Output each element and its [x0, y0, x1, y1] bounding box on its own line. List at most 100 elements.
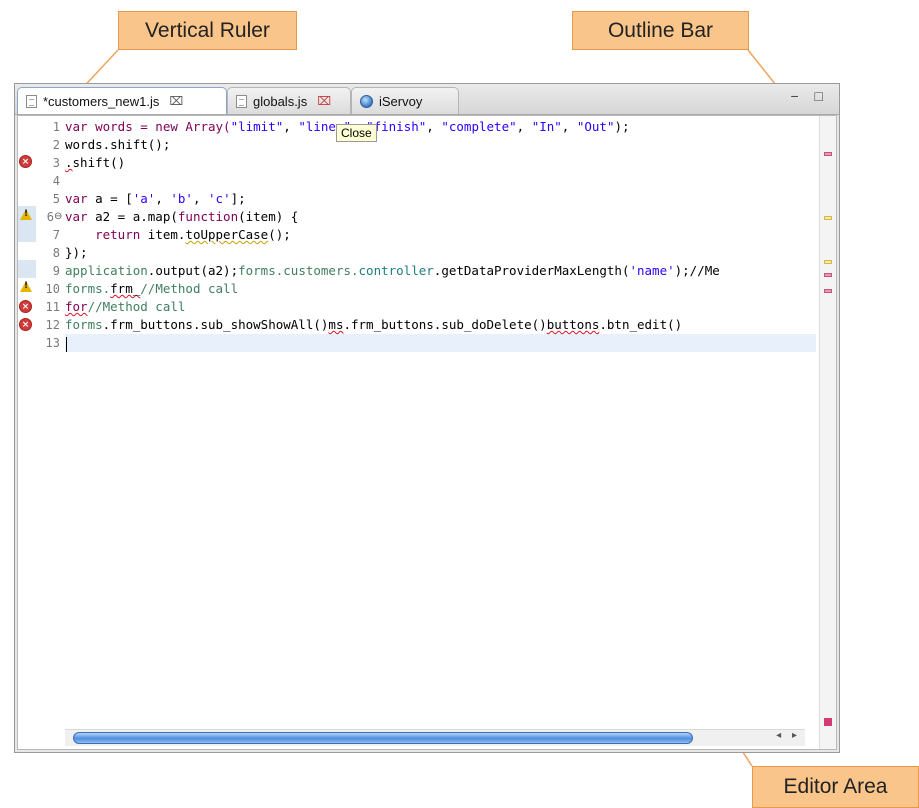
editor-area[interactable]: × ! ! × × 1 2 3 4 5 6 ⊖ 7 8 9 10 11 12 1…	[17, 115, 837, 750]
overview-error-mark[interactable]	[824, 273, 832, 277]
code-token: .btn_edit()	[599, 317, 683, 332]
editor-area-callout: Editor Area	[752, 766, 919, 808]
scrollbar-thumb[interactable]	[73, 732, 693, 744]
close-tab-icon[interactable]: ⌧	[169, 94, 183, 108]
line-number: 1	[52, 120, 60, 134]
window-controls[interactable]: − □	[790, 88, 829, 104]
line-number: 10	[45, 282, 60, 296]
error-marker-icon[interactable]: ×	[19, 318, 32, 331]
code-token: ,	[155, 191, 171, 206]
code-token: "In"	[531, 119, 562, 134]
code-token: frm_	[110, 281, 141, 296]
code-token: 'b'	[170, 191, 193, 206]
js-file-icon	[26, 94, 37, 108]
line-number: 6	[46, 210, 54, 224]
code-token: a2 = a.map(	[87, 209, 178, 224]
horizontal-scrollbar[interactable]: ◂ ▸	[65, 729, 805, 746]
code-line: forms.frm_buttons.sub_showShowAll()ms.fr…	[65, 316, 682, 334]
code-token: for	[65, 299, 88, 314]
code-token: return	[95, 227, 141, 242]
code-token: 'c'	[208, 191, 231, 206]
code-token: a = [	[87, 191, 133, 206]
line-number: 5	[52, 192, 60, 206]
code-line: });	[65, 245, 88, 260]
code-token: forms.	[65, 281, 111, 296]
code-token: ];	[230, 191, 246, 206]
line-number: 9	[52, 264, 60, 278]
code-token: "Out"	[576, 119, 615, 134]
code-token: application	[65, 263, 148, 278]
line-number: 4	[52, 174, 60, 188]
code-token: //Method call	[87, 299, 186, 314]
code-token: controller	[358, 263, 434, 278]
overview-error-mark[interactable]	[824, 289, 832, 293]
tab-iservoy[interactable]: iServoy	[351, 87, 459, 114]
code-token: item.	[140, 227, 186, 242]
code-token: .	[65, 155, 73, 170]
code-token: ,	[426, 119, 442, 134]
code-token: "complete"	[441, 119, 517, 134]
code-token: var	[65, 191, 88, 206]
code-line: application.output(a2);forms.customers.c…	[65, 262, 720, 280]
line-number-column: 1 2 3 4 5 6 ⊖ 7 8 9 10 11 12 13	[36, 116, 64, 749]
line-number: 7	[52, 228, 60, 242]
code-token: function	[177, 209, 239, 224]
code-token: ,	[516, 119, 532, 134]
outline-bar-callout: Outline Bar	[572, 11, 749, 50]
line-number: 11	[45, 300, 60, 314]
code-token: ,	[561, 119, 577, 134]
code-line: .shift()	[65, 154, 125, 172]
outline-bar[interactable]	[819, 116, 836, 749]
code-line: var a = ['a', 'b', 'c'];	[65, 190, 246, 208]
code-text-area[interactable]: var words = new Array("limit", "lines", …	[65, 116, 816, 749]
code-token: .output(a2);	[147, 263, 239, 278]
scroll-arrows[interactable]: ◂ ▸	[776, 730, 801, 741]
code-token: var words = new Array(	[65, 119, 231, 134]
error-marker-icon[interactable]: ×	[19, 155, 32, 168]
code-token: ();	[268, 227, 291, 242]
code-line: forms.frm_//Method call	[65, 280, 238, 298]
globe-icon	[360, 94, 373, 108]
line-number: 12	[45, 318, 60, 332]
line-number: 2	[52, 138, 60, 152]
fold-toggle-icon[interactable]: ⊖	[54, 208, 62, 226]
code-token: .getDataProviderMaxLength(	[433, 263, 630, 278]
overview-status-indicator[interactable]	[824, 718, 832, 726]
code-token: ,	[283, 119, 299, 134]
code-token: forms.customers.	[238, 263, 359, 278]
tab-label: globals.js	[253, 93, 308, 109]
current-line-highlight	[65, 334, 816, 352]
overview-error-mark[interactable]	[824, 152, 832, 156]
code-token: 'a'	[132, 191, 156, 206]
code-token: .frm_buttons.sub_showShowAll()	[102, 317, 329, 332]
code-token: ms	[328, 317, 344, 332]
code-token: toUpperCase	[185, 227, 269, 242]
code-token: var	[65, 209, 88, 224]
overview-warning-mark[interactable]	[824, 260, 832, 264]
code-line: return item.toUpperCase();	[65, 226, 291, 244]
code-token: //Method call	[140, 281, 239, 296]
code-line: words.shift();	[65, 137, 171, 152]
line-number: 3	[52, 156, 60, 170]
code-token: );//Me	[674, 263, 720, 278]
code-token: .frm_buttons.sub_doDelete()	[343, 317, 547, 332]
close-tooltip: Close	[336, 124, 377, 142]
js-file-icon	[236, 94, 247, 108]
code-token: shift()	[72, 155, 126, 170]
tab-globals[interactable]: globals.js ⌧	[227, 87, 351, 114]
line-number: 13	[45, 336, 60, 350]
tab-label: *customers_new1.js	[43, 93, 160, 109]
code-line: var a2 = a.map(function(item) {	[65, 208, 298, 226]
overview-warning-mark[interactable]	[824, 216, 832, 220]
error-marker-icon[interactable]: ×	[19, 300, 32, 313]
code-token: 'name'	[629, 263, 675, 278]
code-token: "limit"	[230, 119, 284, 134]
ruler-range-indicator	[18, 260, 36, 278]
warning-exclamation: !	[24, 209, 29, 219]
close-tab-icon[interactable]: ⌧	[317, 94, 331, 108]
tab-customers-new1[interactable]: *customers_new1.js ⌧	[17, 87, 227, 114]
code-token: ,	[192, 191, 209, 206]
vertical-ruler[interactable]: × ! ! × ×	[18, 116, 36, 749]
code-token: );	[614, 119, 630, 134]
